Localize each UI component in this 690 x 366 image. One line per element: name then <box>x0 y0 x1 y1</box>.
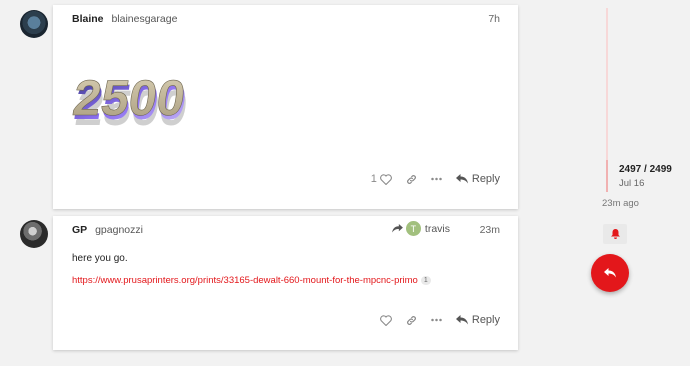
post-link-line: https://www.prusaprinters.org/prints/331… <box>72 275 431 286</box>
post-age[interactable]: 23m <box>480 224 500 236</box>
username[interactable]: Blaine <box>72 13 104 25</box>
post-body: here you go. <box>72 253 128 264</box>
ellipsis-icon <box>431 177 442 181</box>
user-fullname[interactable]: gpagnozzi <box>95 224 143 236</box>
copy-link-button[interactable] <box>406 315 417 326</box>
reply-arrow-icon <box>455 315 468 325</box>
post-age[interactable]: 7h <box>488 13 500 25</box>
heart-icon <box>379 314 392 326</box>
like-count: 1 <box>370 173 377 185</box>
post-image-2500[interactable]: 2500 2500 2500 <box>71 45 246 135</box>
link-icon <box>406 174 416 184</box>
reply-label: Reply <box>471 173 500 185</box>
notifications-button[interactable] <box>603 224 627 244</box>
like-button[interactable]: 1 <box>371 173 392 185</box>
reply-to-username: travis <box>424 222 450 235</box>
user-fullname[interactable]: blainesgarage <box>111 13 177 25</box>
username[interactable]: GP <box>72 224 87 236</box>
timeline-last-activity[interactable]: 23m ago <box>602 198 639 209</box>
post-card: GP gpagnozzi T travis 23m here you go. h… <box>53 216 518 350</box>
reply-arrow-icon <box>455 174 468 184</box>
post-actions: Reply <box>366 314 500 326</box>
copy-link-button[interactable] <box>406 174 417 185</box>
more-button[interactable] <box>431 318 442 322</box>
timeline-post-counter[interactable]: 2497 / 2499 <box>619 164 672 175</box>
timeline-scroll-handle[interactable] <box>606 160 608 192</box>
bell-icon <box>610 229 620 239</box>
heart-icon <box>379 173 392 185</box>
timeline-date: Jul 16 <box>619 178 645 189</box>
post-card: Blaine blainesgarage 7h 2500 2500 2500 1 <box>53 5 518 209</box>
post-header: GP gpagnozzi T travis 23m <box>72 221 500 240</box>
post-link[interactable]: https://www.prusaprinters.org/prints/331… <box>72 275 418 286</box>
reply-to-tab[interactable]: T travis <box>392 221 450 236</box>
reply-arrow-icon <box>604 268 616 278</box>
post-header: Blaine blainesgarage 7h <box>72 13 500 29</box>
avatar-travis: T <box>405 221 421 236</box>
avatar-gp[interactable] <box>20 220 48 248</box>
svg-text:2500: 2500 <box>71 70 189 126</box>
more-button[interactable] <box>431 177 442 181</box>
link-click-count: 1 <box>420 275 431 285</box>
reply-label: Reply <box>471 314 500 326</box>
like-button[interactable] <box>379 314 392 326</box>
post-actions: 1 Reply <box>357 173 500 185</box>
link-icon <box>406 315 416 325</box>
avatar-blaine[interactable] <box>20 10 48 38</box>
reply-button[interactable]: Reply <box>455 173 500 185</box>
ellipsis-icon <box>431 318 442 322</box>
share-arrow-icon <box>392 224 403 233</box>
reply-button[interactable]: Reply <box>455 314 500 326</box>
reply-fab-button[interactable] <box>591 254 629 292</box>
